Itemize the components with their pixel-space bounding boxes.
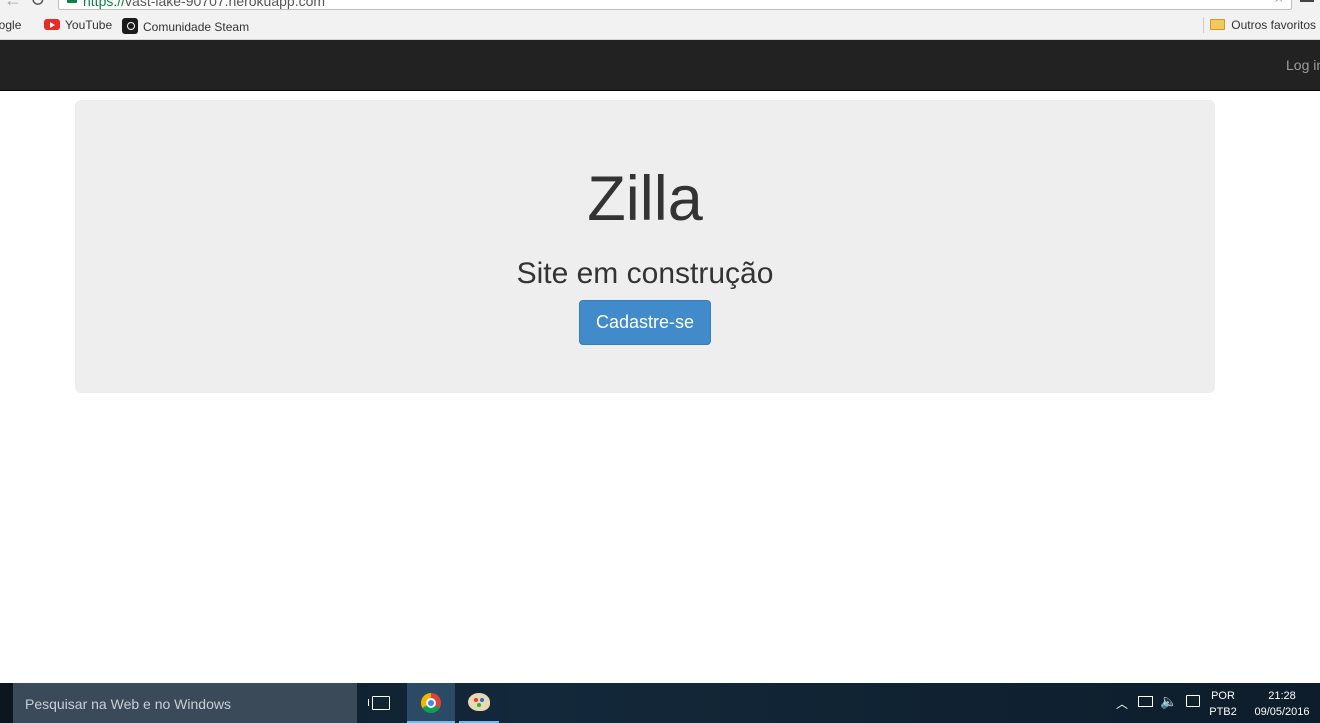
windows-taskbar: Pesquisar na Web e no Windows ︿ 🔈 POR PT… bbox=[0, 683, 1320, 723]
network-icon[interactable] bbox=[1138, 696, 1153, 707]
chevron-up-icon[interactable]: ︿ bbox=[1116, 695, 1128, 712]
bookmark-other-folder[interactable]: Outros favoritos bbox=[1210, 18, 1316, 32]
clock-time: 21:28 bbox=[1268, 690, 1296, 702]
signup-button[interactable]: Cadastre-se bbox=[579, 300, 711, 345]
url-text: https://vast-lake-90707.herokuapp.com bbox=[83, 0, 325, 9]
url-scheme: https:// bbox=[83, 0, 126, 9]
bookmark-star-icon[interactable]: ☆ bbox=[1272, 0, 1285, 6]
url-host: vast-lake-90707.herokuapp.com bbox=[125, 0, 326, 9]
site-navbar: Log in bbox=[0, 40, 1320, 91]
bookmark-youtube[interactable]: YouTube bbox=[44, 18, 112, 32]
page-subtitle: Site em construção bbox=[516, 257, 774, 290]
folder-icon bbox=[1210, 19, 1226, 30]
browser-chrome: ← ↻ https://vast-lake-90707.herokuapp.co… bbox=[0, 0, 1320, 40]
system-clock[interactable]: 21:28 09/05/2016 bbox=[1248, 688, 1316, 720]
windows-search-box[interactable]: Pesquisar na Web e no Windows bbox=[13, 683, 357, 723]
task-view-icon[interactable] bbox=[368, 696, 390, 710]
steam-icon bbox=[122, 18, 138, 34]
bookmark-label: Outros favoritos bbox=[1231, 18, 1316, 32]
language-indicator[interactable]: POR PTB2 bbox=[1206, 688, 1240, 720]
bookmarks-bar: oogle YouTube Comunidade Steam Outros fa… bbox=[0, 14, 1320, 36]
taskbar-chrome-app[interactable] bbox=[407, 683, 455, 723]
bookmarks-divider bbox=[1203, 17, 1204, 33]
bookmark-label: Comunidade Steam bbox=[143, 20, 250, 34]
taskbar-paint-app[interactable] bbox=[459, 683, 499, 723]
page-title: Zilla bbox=[587, 164, 703, 234]
lock-icon bbox=[67, 0, 77, 3]
search-placeholder: Pesquisar na Web e no Windows bbox=[25, 696, 231, 712]
bookmark-label: oogle bbox=[0, 18, 22, 32]
start-button[interactable] bbox=[0, 683, 13, 723]
paint-palette-icon bbox=[468, 693, 490, 711]
login-link[interactable]: Log in bbox=[1286, 57, 1320, 73]
address-bar[interactable]: https://vast-lake-90707.herokuapp.com ☆ bbox=[58, 0, 1292, 10]
clock-date: 09/05/2016 bbox=[1254, 706, 1310, 718]
keyboard-layout: PTB2 bbox=[1209, 706, 1237, 718]
bookmark-google[interactable]: oogle bbox=[0, 18, 21, 32]
jumbotron: Zilla Site em construção Cadastre-se bbox=[75, 100, 1215, 393]
language-code: POR bbox=[1211, 690, 1235, 702]
volume-icon[interactable]: 🔈 bbox=[1160, 693, 1177, 710]
youtube-icon bbox=[44, 19, 60, 30]
chrome-icon bbox=[421, 693, 441, 713]
notification-icon[interactable] bbox=[1186, 695, 1200, 707]
bookmark-label: YouTube bbox=[65, 18, 113, 32]
reload-icon[interactable]: ↻ bbox=[30, 0, 45, 11]
back-arrow-icon[interactable]: ← bbox=[4, 0, 22, 11]
bookmark-steam[interactable]: Comunidade Steam bbox=[122, 18, 249, 34]
